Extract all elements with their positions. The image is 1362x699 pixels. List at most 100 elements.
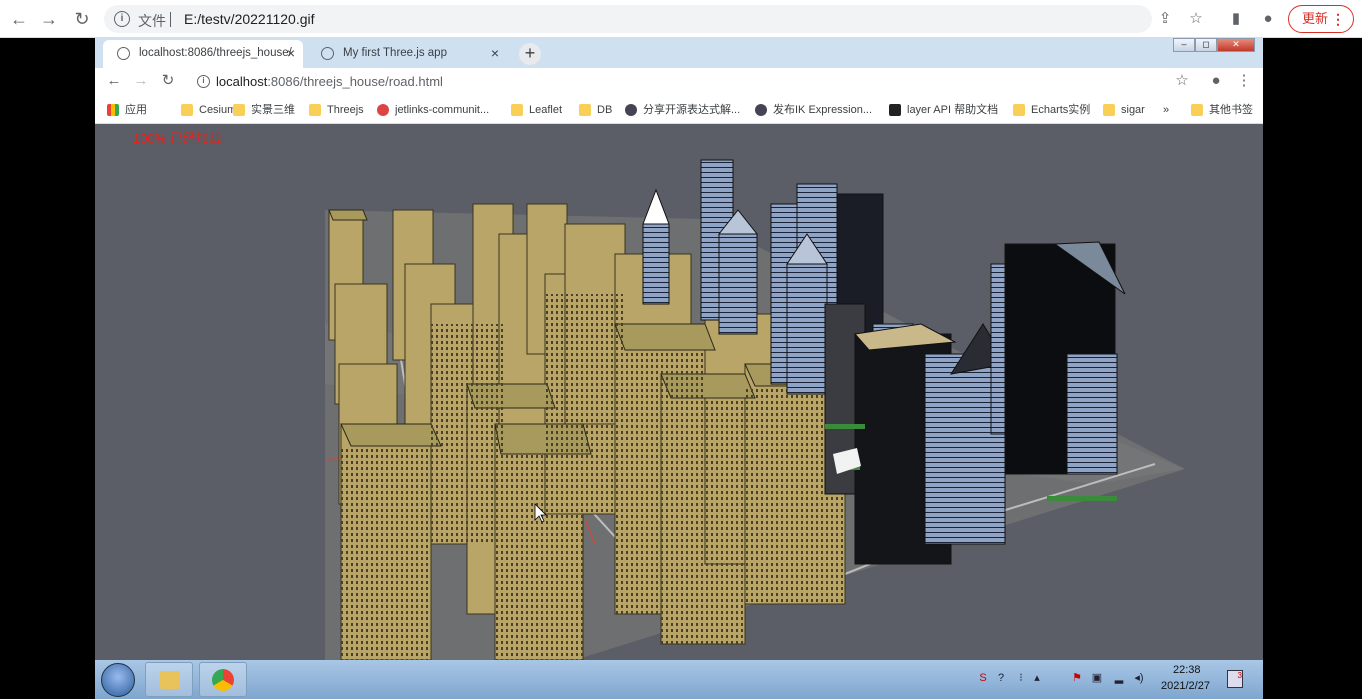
- chrome-taskbar-button[interactable]: [199, 662, 247, 697]
- new-tab-button[interactable]: +: [519, 43, 541, 65]
- bookmark-item[interactable]: 应用: [107, 102, 147, 118]
- bookmark-item[interactable]: 实景三维: [233, 102, 295, 118]
- bookmark-label: Leaflet: [529, 104, 563, 116]
- url-host: localhost: [216, 74, 268, 89]
- bookmark-item[interactable]: DB: [579, 102, 612, 118]
- close-tab-icon[interactable]: ×: [287, 40, 295, 66]
- input-icon[interactable]: ⁝: [1015, 672, 1027, 684]
- bookmark-label: »: [1163, 104, 1170, 116]
- omnibox-separator: [170, 12, 171, 27]
- info-icon[interactable]: i: [197, 75, 210, 88]
- bookmark-label: 发布IK Expression...: [773, 104, 873, 116]
- clock-time[interactable]: 22:38: [1173, 664, 1201, 676]
- update-label: 更新: [1302, 11, 1329, 26]
- inner-toolbar: ← → ↻ i localhost:8086/threejs_house/roa…: [95, 68, 1263, 96]
- notification-icon[interactable]: 3: [1227, 670, 1243, 688]
- folder-icon: [579, 104, 591, 116]
- profile-avatar-icon[interactable]: ●: [1258, 9, 1278, 29]
- start-orb-icon[interactable]: [101, 663, 135, 697]
- cap-icon: [625, 104, 637, 116]
- forward-arrow-icon[interactable]: →: [38, 8, 60, 30]
- white-spire: [642, 188, 670, 225]
- folder-icon: [1191, 104, 1203, 116]
- folder-icon: [181, 104, 193, 116]
- file-scheme-label: 文件: [138, 13, 166, 29]
- tab-strip: localhost:8086/threejs_house/ × My first…: [95, 38, 1263, 68]
- bookmark-star-icon[interactable]: ☆: [1186, 9, 1206, 29]
- bookmark-label: 其他书签: [1209, 104, 1253, 116]
- outer-address-bar[interactable]: i 文件 E:/testv/20221120.gif: [104, 5, 1152, 33]
- menu-dots-icon[interactable]: ⋮: [1331, 6, 1345, 32]
- bookmark-label: 应用: [125, 104, 147, 116]
- folder-icon: [233, 104, 245, 116]
- bookmark-label: 分享开源表达式解...: [643, 104, 741, 116]
- url-path: :8086/threejs_house/road.html: [267, 74, 443, 89]
- help-icon[interactable]: ?: [995, 672, 1007, 684]
- window-controls: ‒ ◻ ✕: [1173, 38, 1259, 52]
- folder-icon: [309, 104, 321, 116]
- volume-icon[interactable]: ◂): [1133, 672, 1145, 684]
- outer-url-text[interactable]: E:/testv/20221120.gif: [184, 11, 315, 27]
- sogou-ime-icon[interactable]: S: [977, 672, 989, 684]
- blue-tower: [786, 263, 828, 395]
- bookmark-item[interactable]: Echarts实例: [1013, 102, 1090, 118]
- threejs-city-scene[interactable]: [95, 124, 1263, 660]
- bookmarks-bar: 应用 Cesium 实景三维 Threejs jetlinks-communit... L…: [95, 96, 1263, 124]
- chrome-icon: [212, 669, 234, 691]
- inner-address-bar[interactable]: i localhost:8086/threejs_house/road.html: [189, 69, 1199, 95]
- bookmark-item[interactable]: »: [1163, 102, 1169, 118]
- bookmark-item[interactable]: Cesium: [181, 102, 236, 118]
- bookmark-item[interactable]: layer API 帮助文档: [889, 102, 998, 118]
- device-icon[interactable]: ▣: [1091, 672, 1103, 684]
- globe-icon: [117, 47, 130, 60]
- maximize-button[interactable]: ◻: [1195, 38, 1217, 52]
- outer-browser-toolbar: ← → ↻ i 文件 E:/testv/20221120.gif ⇪ ☆ ▮ ●…: [0, 0, 1362, 38]
- network-icon[interactable]: ▂: [1113, 672, 1125, 684]
- globe-icon: [321, 47, 334, 60]
- back-arrow-icon[interactable]: ←: [105, 72, 123, 90]
- bookmark-label: Cesium: [199, 104, 237, 116]
- bookmark-item[interactable]: Threejs: [309, 102, 364, 118]
- update-button[interactable]: 更新 ⋮: [1288, 5, 1354, 33]
- side-panel-icon[interactable]: ▮: [1226, 9, 1246, 29]
- flag-icon[interactable]: ⚑: [1071, 672, 1083, 684]
- bookmark-label: 实景三维: [251, 104, 295, 116]
- tab-title: My first Three.js app: [343, 47, 447, 59]
- lay-icon: [889, 104, 901, 116]
- bookmark-label: DB: [597, 104, 613, 116]
- bookmark-item[interactable]: Leaflet: [511, 102, 562, 118]
- bookmark-item[interactable]: jetlinks-communit...: [377, 102, 489, 118]
- notification-count: 3: [1237, 671, 1242, 680]
- minimize-button[interactable]: ‒: [1173, 38, 1195, 52]
- info-icon[interactable]: i: [114, 11, 130, 27]
- bookmark-item[interactable]: 其他书签: [1191, 102, 1253, 118]
- inner-browser-window: localhost:8086/threejs_house/ × My first…: [95, 38, 1263, 660]
- apps-icon: [107, 104, 119, 116]
- bookmark-label: Threejs: [327, 104, 364, 116]
- bookmark-item[interactable]: sigar: [1103, 102, 1145, 118]
- reload-icon[interactable]: ↻: [71, 8, 93, 30]
- bookmark-item[interactable]: 分享开源表达式解...: [625, 102, 740, 118]
- bookmark-item[interactable]: 发布IK Expression...: [755, 102, 872, 118]
- bookmark-label: Echarts实例: [1031, 104, 1091, 116]
- profile-avatar-icon[interactable]: ●: [1207, 72, 1225, 90]
- inner-url-text[interactable]: localhost:8086/threejs_house/road.html: [216, 74, 443, 89]
- tab-threejs-app[interactable]: My first Three.js app ×: [307, 40, 507, 68]
- explorer-taskbar-button[interactable]: [145, 662, 193, 697]
- close-tab-icon[interactable]: ×: [491, 40, 499, 66]
- close-window-button[interactable]: ✕: [1217, 38, 1255, 52]
- bookmark-star-icon[interactable]: ☆: [1173, 72, 1191, 90]
- blue-tower: [718, 233, 758, 335]
- folder-icon: [160, 671, 180, 689]
- forward-arrow-icon[interactable]: →: [132, 72, 150, 90]
- bookmark-label: layer API 帮助文档: [907, 104, 999, 116]
- tray-expand-icon[interactable]: ▴: [1031, 672, 1043, 684]
- folder-icon: [1013, 104, 1025, 116]
- clock-date[interactable]: 2021/2/27: [1161, 680, 1210, 692]
- menu-dots-icon[interactable]: ⋮: [1235, 72, 1253, 90]
- reload-icon[interactable]: ↻: [159, 72, 177, 90]
- share-icon[interactable]: ⇪: [1155, 9, 1175, 29]
- back-arrow-icon[interactable]: ←: [8, 8, 30, 30]
- tab-localhost[interactable]: localhost:8086/threejs_house/ ×: [103, 40, 303, 68]
- folder-icon: [1103, 104, 1115, 116]
